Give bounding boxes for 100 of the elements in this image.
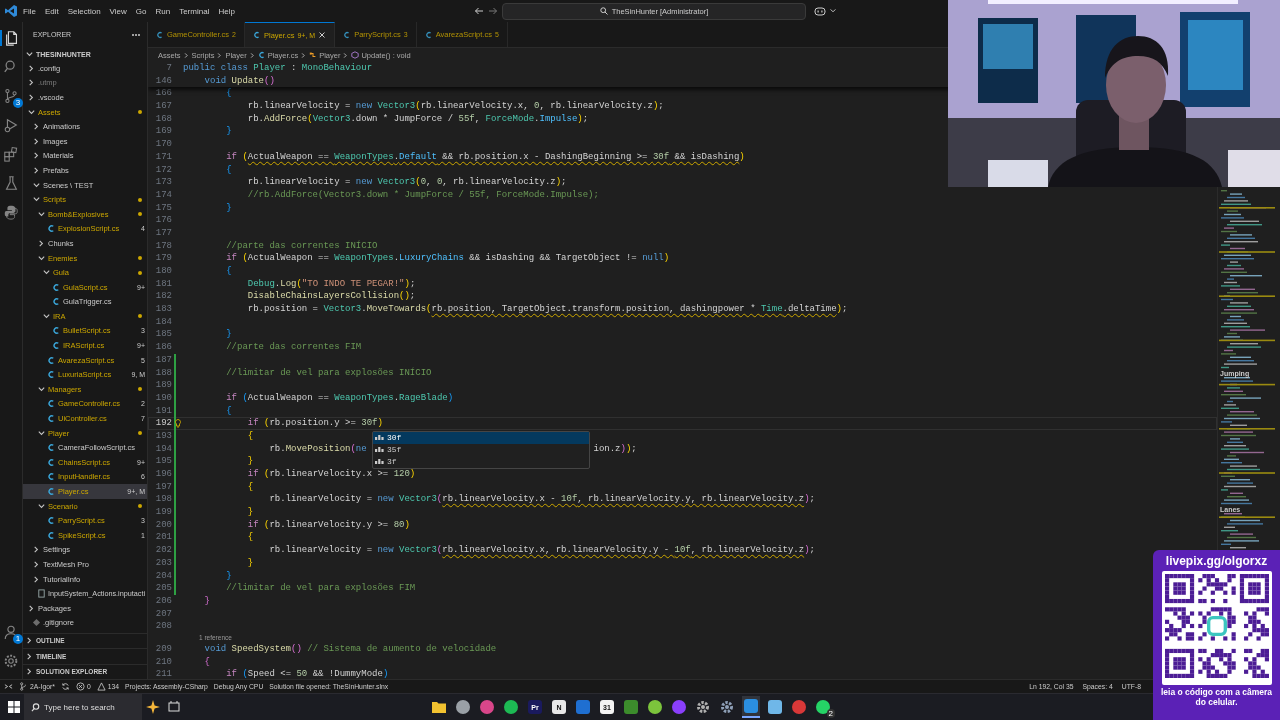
suggestion-item[interactable]: 3f [373,455,590,468]
back-arrow-icon[interactable] [474,6,484,16]
menu-item[interactable]: Selection [63,4,105,18]
donation-link[interactable]: livepix.gg/olgorxz [1165,554,1268,568]
notification-badge: 1 [13,634,23,644]
suggestion-item[interactable]: 30f [373,431,590,444]
line-number: 188 [154,366,172,380]
taskbar-app[interactable] [742,696,760,718]
line-number: 168 [154,112,172,126]
suggestion-item[interactable]: 35f [373,443,590,456]
code-line: rb.MovePosition(ne [268,442,367,456]
line-number: 189 [154,379,172,392]
sync-icon[interactable] [60,682,70,691]
menu-item[interactable]: Terminal [175,4,214,18]
line-number: 199 [154,506,172,519]
sticky-code-line[interactable]: void Update() [183,74,275,88]
line-number: 200 [154,518,172,532]
csharp-file-icon [156,30,164,39]
chevron-right-icon [248,51,256,59]
line-number: 186 [154,341,172,354]
code-line: } [225,328,232,342]
menu-item[interactable]: File [19,4,40,18]
line-number: 183 [154,303,172,316]
line-number: 208 [154,620,172,633]
source-control-icon[interactable] [3,88,19,104]
code-line: { [225,404,232,418]
code-line: Debug.Log("TO INDO TE PEGAR!"); [246,277,416,291]
code-line: } [225,125,232,139]
code-line: if (rb.position.y >= 30f) [246,417,383,430]
chevron-right-icon [300,51,308,59]
line-number: 192 [154,417,172,430]
code-line: rb.linearVelocity = new Vector3(rb.linearVelocity.x, rb.linearVelocity.y - 10f, rb.linearVelocity.z); [268,544,815,557]
flask-icon[interactable] [3,175,19,191]
remote-icon[interactable] [4,682,13,691]
code-line: { [225,87,232,101]
code-line: } [246,506,254,519]
files-icon[interactable] [4,30,20,46]
copilot-icon[interactable] [814,6,826,16]
taskbar-search-field[interactable]: Type here to search [24,694,142,720]
line-number: 179 [154,252,172,265]
code-line: rb.linearVelocity = new Vector3(rb.linearVelocity.x, 0, rb.linearVelocity.z); [246,100,664,113]
warning-icon[interactable] [96,682,106,691]
code-line: rb.linearVelocity = new Vector3(0, 0, rb.linearVelocity.z); [246,176,567,189]
search-icon [31,703,40,712]
menu-item[interactable]: Go [131,4,151,18]
notification-badge: 2 [826,709,835,718]
python-icon[interactable] [3,204,19,220]
search-icon [599,7,608,15]
line-number: 171 [154,150,172,164]
code-line: DisableChainsLayersCollision(); [246,290,416,304]
line-number: 166 [154,87,172,101]
chevron-right-icon [216,51,224,59]
code-line: if (Speed <= 50 && !DummyMode) [225,668,389,679]
line-number: 185 [154,328,172,342]
code-line: { [225,265,232,278]
close-icon[interactable] [318,31,327,39]
more-icon[interactable] [131,32,141,37]
lightbulb-icon[interactable] [175,419,181,429]
line-number: 184 [154,315,172,329]
code-line: { [225,163,232,177]
code-line: void SpeedSystem() // Sistema de aumento de velocidade [203,642,497,656]
line-number: 196 [154,468,172,481]
code-line: ion.z)); [593,442,637,456]
chevron-down-icon [25,49,34,59]
task-view-icon[interactable] [168,701,180,713]
line-number: 173 [154,176,172,189]
qr-caption: leia o código com a câmera do celular. [1160,688,1273,707]
menu-item[interactable]: Run [151,4,175,18]
vscode-logo-icon [4,4,18,18]
chevron-right-icon [182,51,190,59]
csharp-file-icon [424,30,433,39]
notification-badge: 3 [13,98,23,108]
extensions-icon[interactable] [3,146,19,162]
branch-icon[interactable] [19,682,28,691]
line-number: 175 [154,201,172,215]
line-number: 209 [154,642,172,656]
windows-logo-icon[interactable] [8,701,20,713]
code-line: rb.linearVelocity = new Vector3(rb.linearVelocity.x - 10f, rb.linearVelocity.y, rb.linearVelocity.z); [268,493,815,507]
line-number: 169 [154,125,172,139]
line-number: 201 [154,531,172,545]
menu-item[interactable]: Edit [40,4,63,18]
code-line: rb.AddForce(Vector3.down * JumpForce / 55f, ForceMode.Impulse); [246,112,589,126]
run-debug-icon[interactable] [3,117,19,133]
line-number: 195 [154,455,172,468]
caret-icon[interactable] [829,7,837,15]
error-icon[interactable] [75,682,85,691]
git-icon [32,618,41,628]
taskbar-app[interactable]: 2 [814,696,832,718]
settings-icon[interactable] [3,653,19,669]
line-number: 187 [154,353,172,367]
line-number: 193 [154,429,172,443]
line-number: 172 [154,163,172,177]
line-number: 205 [154,582,172,595]
line-number: 211 [154,668,172,679]
sticky-code-line[interactable]: public class Player : MonoBehaviour [183,62,373,75]
code-line: } [225,201,232,215]
menu-item[interactable]: View [105,4,131,18]
menu-item[interactable]: Help [214,4,239,18]
code-line: } [225,569,232,583]
csharp-file-icon [47,224,56,234]
